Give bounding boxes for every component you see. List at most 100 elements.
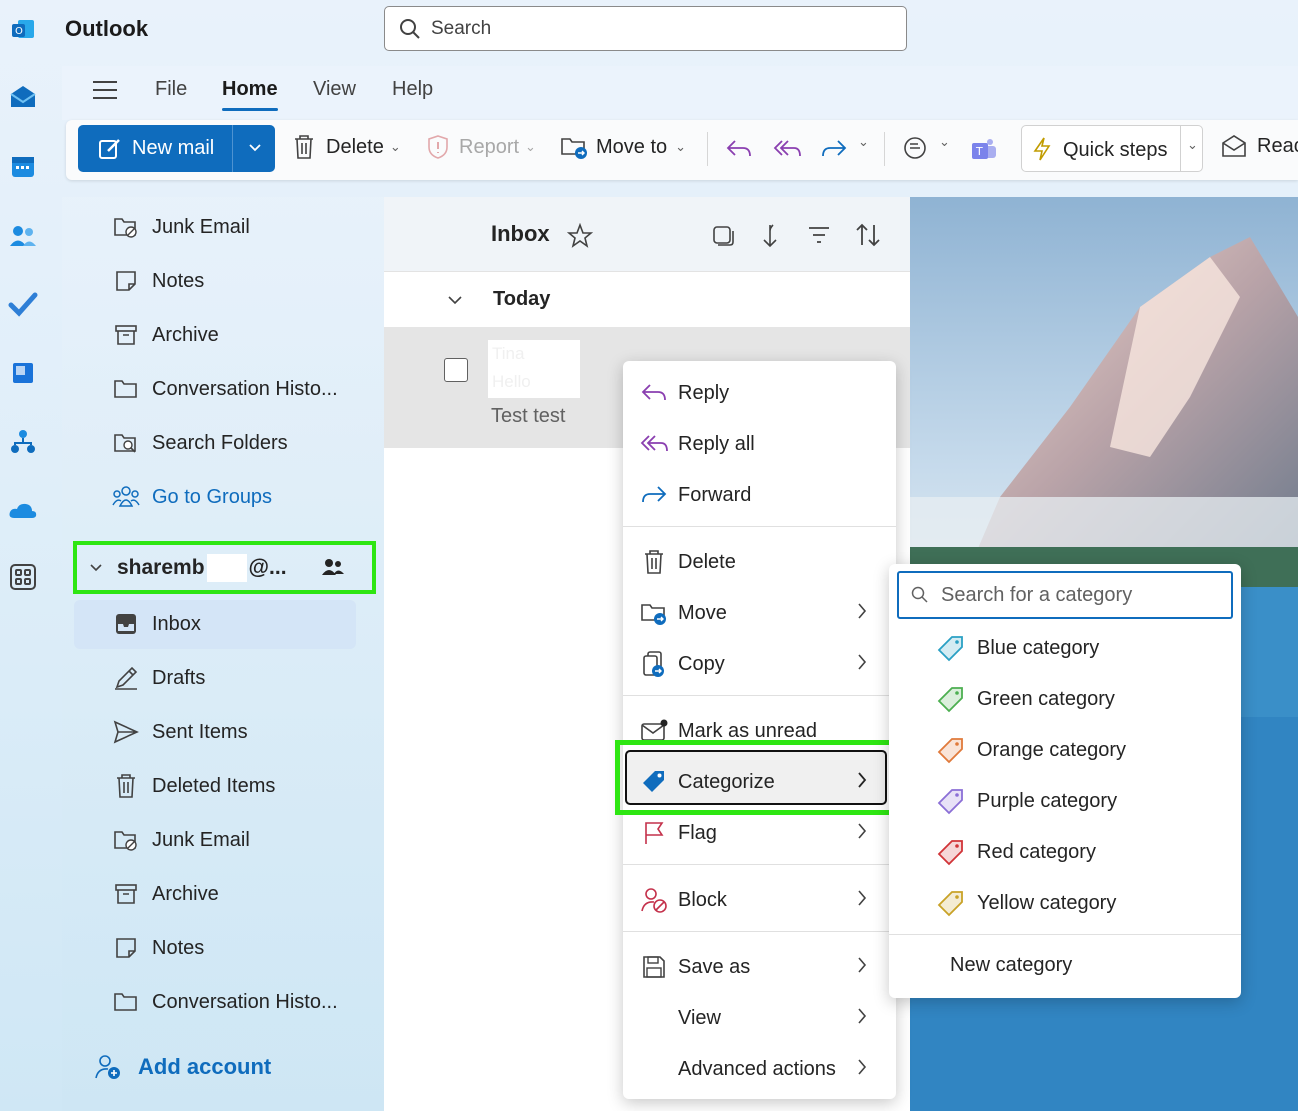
new-category-button[interactable]: New category — [950, 954, 1072, 977]
mail-icon[interactable] — [8, 82, 38, 112]
menu-label: Advanced actions — [678, 1057, 836, 1080]
category-item[interactable]: Purple category — [937, 779, 1117, 823]
message-sender: Tina — [492, 344, 525, 363]
forward-icon[interactable] — [820, 137, 848, 161]
menu-item-delete[interactable]: Delete — [623, 540, 896, 584]
chevron-down-icon[interactable] — [89, 563, 103, 573]
folder-junk-email[interactable]: Junk Email — [112, 207, 250, 247]
add-account-button[interactable]: Add account — [94, 1053, 271, 1081]
teams-icon[interactable]: T — [970, 136, 998, 162]
sort-icon[interactable] — [854, 222, 882, 248]
move-to-button[interactable]: Move to ⌄ — [560, 134, 686, 160]
chevron-down-icon[interactable]: ⌄ — [390, 139, 401, 155]
select-mode-icon[interactable] — [711, 224, 735, 248]
org-explorer-icon[interactable] — [8, 427, 38, 457]
tab-view[interactable]: View — [313, 78, 356, 101]
folder-label: Archive — [152, 323, 219, 346]
filter-icon[interactable] — [807, 225, 831, 245]
word-icon[interactable] — [8, 358, 38, 388]
chat-icon[interactable] — [902, 136, 928, 162]
onedrive-icon[interactable] — [8, 496, 38, 526]
menu-item-advanced-actions[interactable]: Advanced actions — [623, 1047, 896, 1091]
report-button[interactable]: Report ⌄ — [427, 134, 536, 160]
folder-label: Deleted Items — [152, 774, 276, 797]
read-label: Reac — [1257, 134, 1298, 157]
folder-archive[interactable]: Archive — [112, 315, 219, 355]
chevron-down-icon[interactable] — [248, 142, 262, 154]
folder-inbox[interactable]: Inbox — [112, 604, 201, 644]
folder-archive[interactable]: Archive — [112, 874, 219, 914]
new-mail-button[interactable]: New mail — [78, 125, 275, 172]
category-item[interactable]: Orange category — [937, 728, 1126, 772]
folder-label: Notes — [152, 269, 205, 292]
read-button[interactable]: Reac — [1221, 134, 1298, 158]
chevron-down-icon[interactable] — [447, 295, 463, 305]
search-input[interactable]: Search — [384, 6, 907, 51]
note-icon — [112, 934, 140, 962]
menu-item-save-as[interactable]: Save as — [623, 945, 896, 989]
pencil-icon — [112, 664, 140, 692]
menu-item-forward[interactable]: Forward — [623, 473, 896, 517]
menu-item-block[interactable]: Block — [623, 878, 896, 922]
menu-item-reply[interactable]: Reply — [623, 371, 896, 415]
delete-button[interactable]: Delete ⌄ — [292, 134, 401, 160]
menu-label: View — [678, 1006, 721, 1029]
tab-help[interactable]: Help — [392, 78, 433, 101]
folder-search-folders[interactable]: Search Folders — [112, 423, 288, 463]
reply-icon[interactable] — [725, 137, 753, 161]
go-to-groups-link[interactable]: Go to Groups — [112, 477, 272, 517]
search-placeholder: Search — [431, 17, 492, 39]
folder-deleted-items[interactable]: Deleted Items — [112, 766, 275, 806]
more-apps-icon[interactable] — [8, 562, 38, 592]
menu-item-view[interactable]: View — [623, 996, 896, 1040]
junk-folder-icon — [112, 826, 140, 854]
folder-junk-email[interactable]: Junk Email — [112, 820, 250, 860]
jump-to-icon[interactable] — [760, 222, 780, 250]
menu-item-reply-all[interactable]: Reply all — [623, 422, 896, 466]
folder-notes[interactable]: Notes — [112, 261, 204, 301]
category-item[interactable]: Blue category — [937, 626, 1099, 670]
svg-text:O: O — [15, 26, 23, 37]
calendar-icon[interactable] — [8, 152, 38, 182]
category-tag-icon — [937, 687, 963, 713]
hamburger-menu-icon[interactable] — [92, 80, 118, 100]
category-search-input[interactable]: Search for a category — [897, 571, 1233, 619]
tab-file[interactable]: File — [155, 78, 187, 101]
account-name-domain: @... — [248, 555, 287, 579]
chevron-down-icon[interactable]: ⌄ — [675, 139, 686, 155]
category-item[interactable]: Yellow category — [937, 881, 1116, 925]
menu-item-copy[interactable]: Copy — [623, 642, 896, 686]
chevron-down-icon[interactable]: ⌄ — [1187, 138, 1198, 153]
todo-icon[interactable] — [8, 289, 38, 319]
category-tag-icon — [937, 891, 963, 917]
folder-conversation-history[interactable]: Conversation Histo... — [112, 369, 338, 409]
people-icon[interactable] — [8, 221, 38, 251]
tab-home[interactable]: Home — [222, 78, 278, 111]
folder-conversation-history[interactable]: Conversation Histo... — [112, 982, 338, 1022]
account-header[interactable]: sharemb @... — [73, 541, 376, 594]
envelope-open-icon — [1222, 135, 1246, 157]
redacted-block — [206, 553, 247, 582]
category-item[interactable]: Red category — [937, 830, 1096, 874]
folder-notes[interactable]: Notes — [112, 928, 204, 968]
reply-all-icon[interactable] — [772, 137, 802, 161]
chevron-right-icon — [858, 654, 867, 670]
quick-steps-label: Quick steps — [1063, 139, 1168, 161]
star-icon[interactable] — [567, 223, 593, 249]
menu-item-move[interactable]: Move — [623, 591, 896, 635]
folder-drafts[interactable]: Drafts — [112, 658, 205, 698]
message-checkbox[interactable] — [444, 358, 468, 382]
chevron-down-icon[interactable]: ⌄ — [939, 134, 950, 150]
folder-sent-items[interactable]: Sent Items — [112, 712, 248, 752]
menu-item-flag[interactable]: Flag — [623, 811, 896, 855]
group-today[interactable]: Today — [384, 272, 910, 327]
forward-icon — [639, 480, 669, 510]
category-tag-icon — [937, 636, 963, 662]
folder-label: Conversation Histo... — [152, 990, 338, 1013]
context-menu: Reply Reply all Forward Delete Move Copy… — [615, 361, 899, 1099]
category-item[interactable]: Green category — [937, 677, 1115, 721]
chevron-down-icon[interactable]: ⌄ — [858, 134, 869, 150]
folder-label: Junk Email — [152, 215, 250, 238]
menu-item-categorize[interactable]: Categorize — [623, 760, 896, 804]
quick-steps-button[interactable]: Quick steps ⌄ — [1021, 125, 1203, 172]
